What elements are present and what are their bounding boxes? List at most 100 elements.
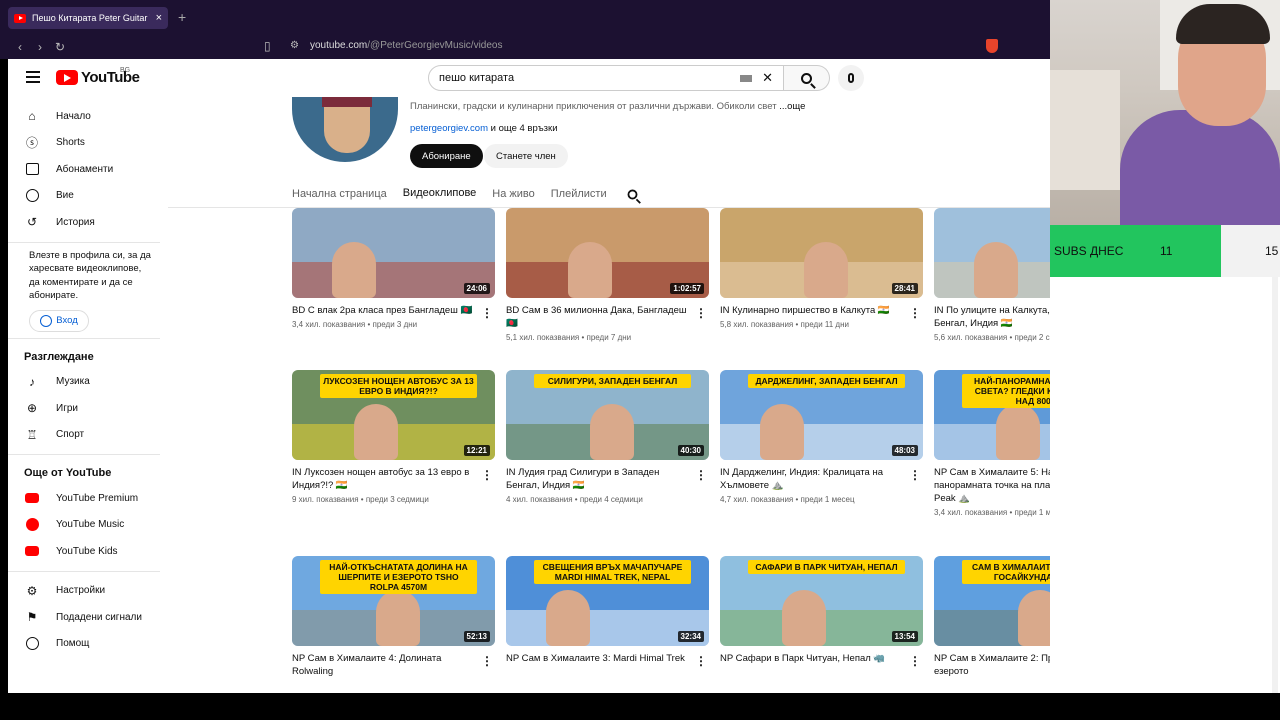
video-title[interactable]: NP Сам в Хималаите 2: Преход до езерото: [934, 652, 1050, 678]
sidebar-item-label: Помощ: [56, 638, 90, 650]
sidebar-item-youtube-premium[interactable]: YouTube Premium: [8, 485, 168, 512]
tab-playlists[interactable]: Плейлисти: [551, 179, 607, 209]
sidebar-item-you[interactable]: Вие: [8, 183, 168, 210]
video-thumbnail[interactable]: ДАРДЖЕЛИНГ, ЗАПАДЕН БЕНГАЛ 48:03: [720, 370, 923, 460]
video-title[interactable]: NP Сам в Хималаите 5: Най-панорамната то…: [934, 466, 1050, 505]
video-title[interactable]: IN Кулинарно пиршество в Калкута 🇮🇳: [720, 304, 923, 317]
video-card[interactable]: 1:02:57 BD Сам в 36 милионна Дака, Бангла…: [506, 208, 709, 342]
bookmark-icon[interactable]: ▯: [264, 39, 271, 53]
more-actions-icon[interactable]: ⋮: [909, 468, 921, 482]
more-links[interactable]: и още 4 връзки: [491, 123, 558, 134]
more-actions-icon[interactable]: ⋮: [695, 468, 707, 482]
masthead: YouTube BG ✕: [8, 59, 1050, 97]
video-title[interactable]: IN Луксозен нощен автобус за 13 евро в И…: [292, 466, 495, 492]
channel-avatar[interactable]: [292, 97, 398, 162]
video-card[interactable]: 53:33 IN По улиците на Калкута, Западен Б…: [934, 208, 1050, 342]
keyboard-icon[interactable]: [740, 74, 753, 82]
search-button[interactable]: [784, 65, 830, 91]
video-title[interactable]: BD Сам в 36 милионна Дака, Бангладеш 🇧🇩: [506, 304, 709, 330]
video-thumbnail[interactable]: НАЙ-ОТКЪСНАТАТА ДОЛИНА НА ШЕРПИТЕ И ЕЗЕР…: [292, 556, 495, 646]
sidebar-item-label: Абонаменти: [56, 163, 114, 175]
tab-search[interactable]: [623, 179, 638, 209]
video-card[interactable]: СИЛИГУРИ, ЗАПАДЕН БЕНГАЛ 40:30 IN Лудия гр…: [506, 370, 709, 504]
sidebar-item-gaming[interactable]: ⊕ Игри: [8, 395, 168, 422]
video-title[interactable]: NP Сафари в Парк Читуан, Непал 🦏: [720, 652, 923, 665]
video-thumbnail[interactable]: 1:02:57: [506, 208, 709, 298]
video-thumbnail[interactable]: ЛУКСОЗЕН НОЩЕН АВТОБУС ЗА 13 ЕВРО В ИНДИ…: [292, 370, 495, 460]
video-title[interactable]: NP Сам в Хималаите 4: Долината Rolwaling: [292, 652, 495, 678]
more-actions-icon[interactable]: ⋮: [695, 306, 707, 320]
more-actions-icon[interactable]: ⋮: [695, 654, 707, 668]
signin-button[interactable]: Вход: [29, 309, 89, 332]
menu-icon[interactable]: [26, 71, 40, 83]
sidebar-item-sports[interactable]: ♖ Спорт: [8, 422, 168, 449]
video-card[interactable]: НАЙ-ОТКЪСНАТАТА ДОЛИНА НА ШЕРПИТЕ И ЕЗЕР…: [292, 556, 495, 681]
tab-live[interactable]: На живо: [492, 179, 534, 209]
video-card[interactable]: ДАРДЖЕЛИНГ, ЗАПАДЕН БЕНГАЛ 48:03 IN Дардже…: [720, 370, 923, 504]
video-title[interactable]: NP Сам в Хималаите 3: Mardi Himal Trek: [506, 652, 709, 665]
video-card[interactable]: САФАРИ В ПАРК ЧИТУАН, НЕПАЛ 13:54 NP Сафар…: [720, 556, 923, 668]
more-actions-icon[interactable]: ⋮: [481, 468, 493, 482]
more-actions-icon[interactable]: ⋮: [909, 654, 921, 668]
join-button[interactable]: Станете член: [484, 144, 568, 168]
video-thumbnail[interactable]: 24:06: [292, 208, 495, 298]
video-card[interactable]: САМ В ХИМАЛАИТЕ 2: ЕЗЕРОТО ГОСАЙКУНДА, Н…: [934, 556, 1050, 681]
scrollbar[interactable]: [1272, 277, 1278, 693]
sidebar-item-home[interactable]: ⌂ Начало: [8, 103, 168, 130]
thumbnail-banner: ЛУКСОЗЕН НОЩЕН АВТОБУС ЗА 13 ЕВРО В ИНДИ…: [320, 374, 477, 398]
brave-shield-icon[interactable]: [986, 39, 998, 53]
sidebar-item-shorts[interactable]: ⓢ Shorts: [8, 130, 168, 157]
thumbnail-person: [568, 242, 612, 298]
clear-search-icon[interactable]: ✕: [762, 70, 773, 86]
tab-title: Пешо Китарата Peter Guitar Tra: [32, 13, 150, 23]
video-title[interactable]: IN Дарджелинг, Индия: Кралицата на Хълмо…: [720, 466, 923, 492]
more-actions-icon[interactable]: ⋮: [481, 306, 493, 320]
forward-icon[interactable]: ›: [30, 40, 50, 54]
video-duration: 40:30: [677, 445, 704, 456]
search-input[interactable]: [439, 72, 741, 84]
video-thumbnail[interactable]: САФАРИ В ПАРК ЧИТУАН, НЕПАЛ 13:54: [720, 556, 923, 646]
video-card[interactable]: ЛУКСОЗЕН НОЩЕН АВТОБУС ЗА 13 ЕВРО В ИНДИ…: [292, 370, 495, 504]
video-thumbnail[interactable]: 53:33: [934, 208, 1050, 298]
you-icon: [24, 188, 40, 204]
video-title[interactable]: BD С влак 2ра класа през Бангладеш 🇧🇩: [292, 304, 495, 317]
sidebar-item-history[interactable]: ↺ История: [8, 209, 168, 236]
sidebar-item-music[interactable]: ♪ Музика: [8, 369, 168, 396]
video-card[interactable]: 28:41 IN Кулинарно пиршество в Калкута 🇮🇳…: [720, 208, 923, 329]
video-title[interactable]: IN По улиците на Калкута, Западен Бенгал…: [934, 304, 1050, 330]
more-actions-icon[interactable]: ⋮: [481, 654, 493, 668]
address-bar[interactable]: youtube.com/@PeterGeorgievMusic/videos: [310, 40, 502, 51]
video-title[interactable]: IN Лудия град Силигури в Западен Бенгал,…: [506, 466, 709, 492]
site-info-icon[interactable]: ⚙: [290, 40, 299, 51]
tab-close-button[interactable]: ×: [156, 12, 162, 24]
video-thumbnail[interactable]: СВЕЩЕНИЯ ВРЪХ МАЧАПУЧАРЕ MARDI HIMAL TRE…: [506, 556, 709, 646]
voice-search-button[interactable]: [838, 65, 864, 91]
new-tab-button[interactable]: +: [178, 9, 186, 25]
description-more[interactable]: ...още: [779, 101, 805, 112]
back-icon[interactable]: ‹: [10, 40, 30, 54]
sidebar-item-help[interactable]: Помощ: [8, 631, 168, 658]
sidebar-item-youtube-kids[interactable]: YouTube Kids: [8, 538, 168, 565]
sidebar-item-youtube-music[interactable]: YouTube Music: [8, 512, 168, 539]
channel-website-link[interactable]: petergeorgiev.com: [410, 123, 488, 134]
sidebar-item-settings[interactable]: ⚙ Настройки: [8, 578, 168, 605]
video-card[interactable]: НАЙ-ПАНОРАМНАТА ТОЧКА НА СВЕТА? ГЛЕДКИ К…: [934, 370, 1050, 517]
video-thumbnail[interactable]: НАЙ-ПАНОРАМНАТА ТОЧКА НА СВЕТА? ГЛЕДКИ К…: [934, 370, 1050, 460]
video-card[interactable]: 24:06 BD С влак 2ра класа през Бангладеш …: [292, 208, 495, 329]
tab-home[interactable]: Начална страница: [292, 179, 387, 209]
tab-videos[interactable]: Видеоклипове: [402, 179, 477, 209]
video-card[interactable]: СВЕЩЕНИЯ ВРЪХ МАЧАПУЧАРЕ MARDI HIMAL TRE…: [506, 556, 709, 668]
browser-tab[interactable]: Пешо Китарата Peter Guitar Tra ×: [8, 7, 168, 29]
more-actions-icon[interactable]: ⋮: [909, 306, 921, 320]
channel-description[interactable]: Планински, градски и кулинарни приключен…: [410, 101, 805, 112]
subscribe-button[interactable]: Абониране: [410, 144, 483, 168]
webcam-person-hair: [1176, 4, 1270, 44]
thumbnail-person: [376, 590, 420, 646]
video-thumbnail[interactable]: 28:41: [720, 208, 923, 298]
sidebar-item-report-history[interactable]: ⚑ Подадени сигнали: [8, 604, 168, 631]
sidebar-item-subscriptions[interactable]: Абонаменти: [8, 156, 168, 183]
video-thumbnail[interactable]: СИЛИГУРИ, ЗАПАДЕН БЕНГАЛ 40:30: [506, 370, 709, 460]
video-thumbnail[interactable]: САМ В ХИМАЛАИТЕ 2: ЕЗЕРОТО ГОСАЙКУНДА, Н…: [934, 556, 1050, 646]
thumbnail-person: [974, 242, 1018, 298]
reload-icon[interactable]: ↻: [50, 40, 70, 54]
